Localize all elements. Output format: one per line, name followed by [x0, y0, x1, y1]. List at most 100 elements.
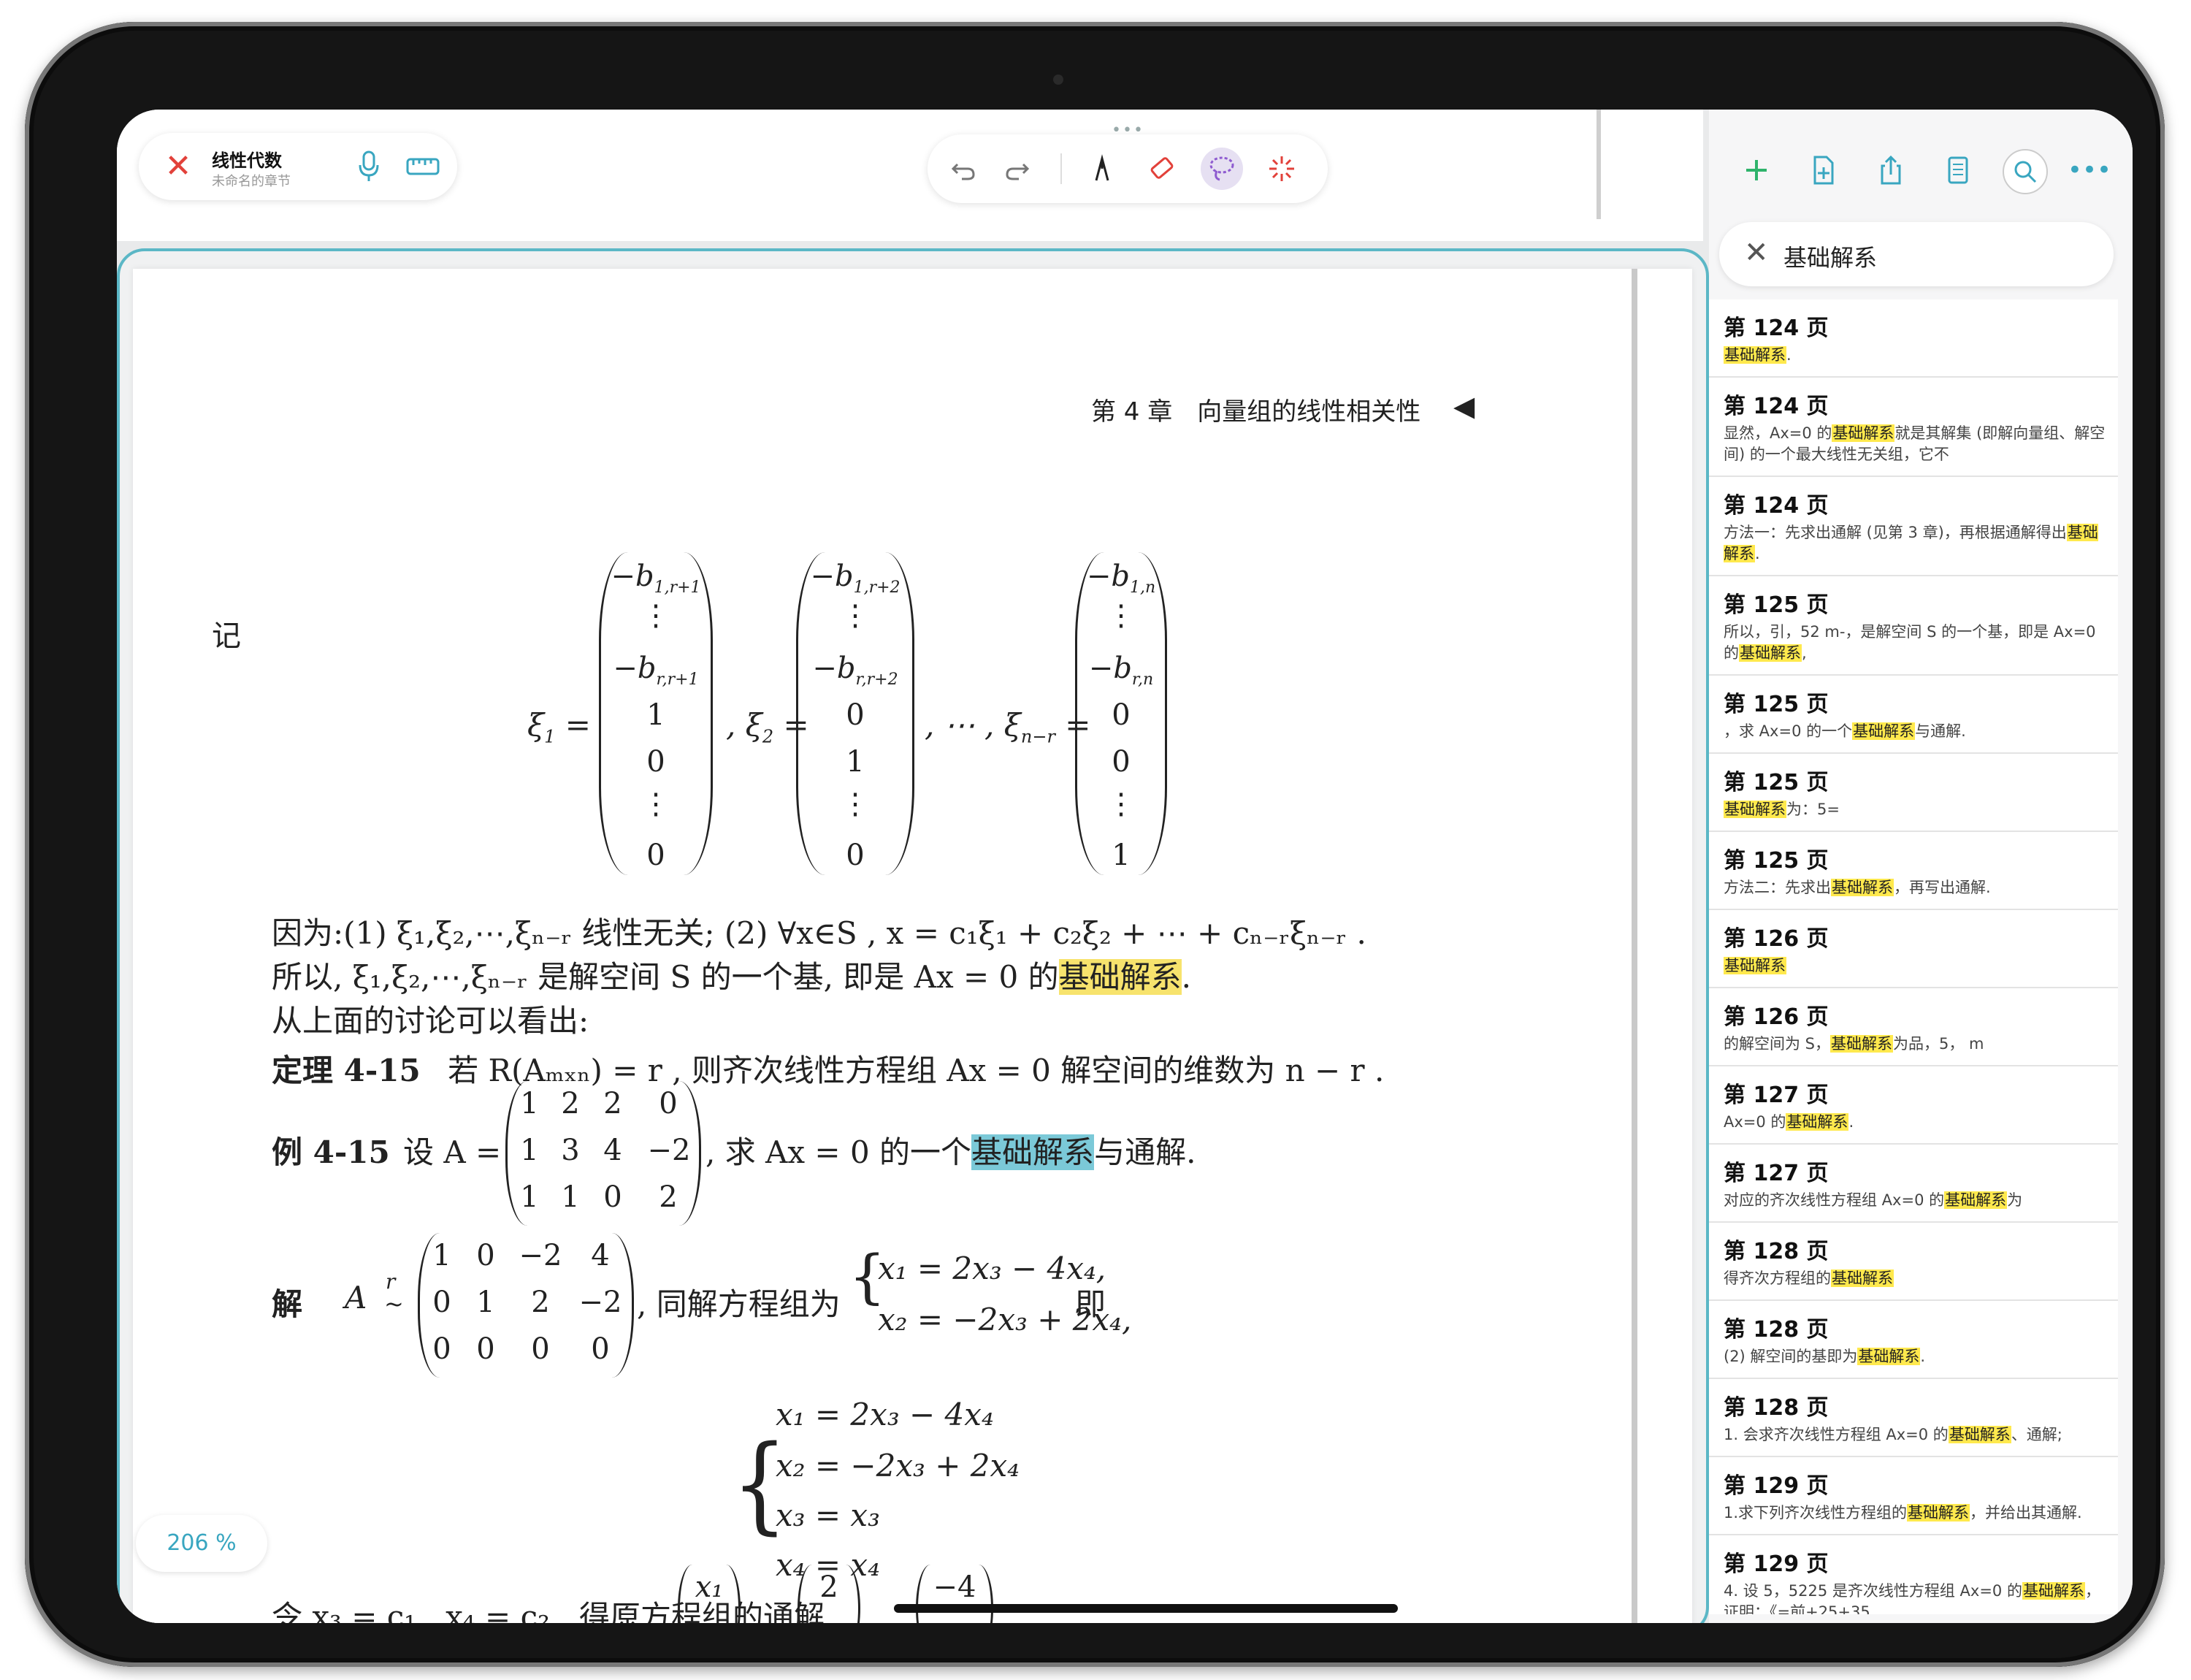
pen-icon[interactable] — [1081, 148, 1123, 190]
ex-m-12: 2 — [561, 1087, 580, 1120]
ex-m-24: −2 — [647, 1134, 691, 1167]
redo-icon[interactable] — [996, 148, 1039, 190]
partial-x1: x₁ — [695, 1570, 724, 1604]
notebook-title[interactable]: 线性代数 — [212, 146, 282, 172]
highlight-basic-solution-1[interactable]: 基础解系 — [1058, 959, 1182, 995]
zoom-indicator[interactable]: 206 % — [136, 1515, 267, 1572]
sol-m-23: 2 — [531, 1286, 550, 1319]
snippet-pre: (2) 解空间的基即为 — [1724, 1348, 1858, 1365]
result-page: 第 125 页 — [1724, 692, 1829, 717]
result-page: 第 127 页 — [1724, 1161, 1829, 1186]
snippet-highlight: 基础解系 — [1724, 957, 1786, 974]
search-result[interactable]: 第 126 页基础解系 — [1709, 910, 2118, 988]
snippet-highlight: 基础解系 — [2022, 1582, 2085, 1600]
search-result[interactable]: 第 127 页 Ax=0 的基础解系. — [1709, 1066, 2118, 1145]
text-line-because: 因为:(1) ξ₁,ξ₂,⋯,ξₙ₋ᵣ 线性无关; (2) ∀x∈S , x =… — [272, 915, 1366, 951]
camera — [1053, 75, 1063, 85]
search-icon[interactable] — [2003, 149, 2048, 194]
laser-pointer-icon[interactable] — [1261, 148, 1303, 190]
result-snippet: 基础解系. — [1724, 345, 2106, 366]
document-page[interactable]: 第 4 章 向量组的线性相关性 ◀︎ 记 ξ1 = −b1,r+1 ⋮ −br,… — [133, 269, 1692, 1623]
sys1-eq1: x₁ = 2x₃ − 4x₄, — [878, 1251, 1106, 1286]
snippet-post: 为 — [2007, 1191, 2023, 1209]
search-field[interactable]: ✕ 基础解系 — [1719, 222, 2114, 286]
search-result[interactable]: 第 128 页 (2) 解空间的基即为基础解系. — [1709, 1301, 2118, 1379]
ex-m-32: 1 — [561, 1180, 580, 1214]
ruler-icon[interactable] — [406, 156, 440, 177]
ex-m-31: 1 — [520, 1180, 539, 1214]
ex-m-11: 1 — [520, 1087, 539, 1120]
result-snippet: 方法一：先求出通解 (见第 3 章)，再根据通解得出基础解系. — [1724, 522, 2106, 565]
clear-search-icon[interactable]: ✕ — [1744, 238, 1769, 267]
xi1-entry-2: ⋮ — [641, 599, 670, 633]
search-result[interactable]: 第 129 页 1.求下列齐次线性方程组的基础解系，并给出其通解. — [1709, 1457, 2118, 1535]
xin-entry-6: ⋮ — [1106, 787, 1136, 821]
xi2-entry-3: −br,r+2 — [812, 652, 898, 689]
page-overview-icon[interactable] — [1937, 149, 1979, 191]
section-subtitle[interactable]: 未命名的章节 — [212, 171, 291, 190]
result-snippet: 对应的齐次线性方程组 Ax=0 的基础解系为 — [1724, 1190, 2106, 1211]
xin-vector: −b1,n ⋮ −br,n 0 0 ⋮ 1 — [1075, 552, 1167, 875]
search-result[interactable]: 第 124 页显然，Ax=0 的基础解系就是其解集 (即解向量组、解空间) 的一… — [1709, 378, 2118, 477]
home-indicator[interactable] — [894, 1604, 1398, 1613]
partial-neg4: −4 — [933, 1570, 976, 1604]
result-page: 第 128 页 — [1724, 1395, 1829, 1421]
ji-label: 记 — [212, 619, 241, 653]
sidebar-toolbar: ••• — [1709, 139, 2133, 202]
undo-icon[interactable] — [942, 148, 984, 190]
search-result[interactable]: 第 124 页方法一：先求出通解 (见第 3 章)，再根据通解得出基础解系. — [1709, 477, 2118, 576]
search-result[interactable]: 第 125 页 ，求 Ax=0 的一个基础解系与通解. — [1709, 676, 2118, 754]
ex-m-14: 0 — [659, 1087, 678, 1120]
sol-m-21: 0 — [432, 1286, 451, 1319]
add-page-icon[interactable] — [1802, 149, 1845, 191]
more-icon[interactable]: ••• — [2068, 149, 2111, 191]
xin-label: , ⋯ , ξn−r = — [925, 707, 1091, 747]
snippet-highlight: 基础解系 — [1831, 1269, 1894, 1287]
search-result[interactable]: 第 125 页方法二：先求出基础解系，再写出通解. — [1709, 832, 2118, 910]
result-page: 第 124 页 — [1724, 394, 1829, 419]
search-result[interactable]: 第 128 页 1. 会求齐次线性方程组 Ax=0 的基础解系、通解; — [1709, 1379, 2118, 1457]
snippet-post: 与通解. — [1915, 722, 1966, 740]
ex-m-21: 1 — [520, 1134, 539, 1167]
example-matrix: 1 2 2 0 1 3 4 −2 1 1 0 2 — [505, 1081, 701, 1226]
xi2-vector: −b1,r+2 ⋮ −br,r+2 0 1 ⋮ 0 — [796, 552, 914, 875]
therefore-end: . — [1181, 959, 1191, 995]
xi2-entry-4: 0 — [846, 698, 865, 732]
solution-tilde: ~ — [384, 1290, 404, 1318]
xin-entry-7: 1 — [1112, 839, 1131, 872]
search-result[interactable]: 第 129 页 4. 设 5，5225 是齐次线性方程组 Ax=0 的基础解系，证… — [1709, 1535, 2118, 1614]
ex-m-33: 0 — [603, 1180, 622, 1214]
snippet-highlight: 基础解系 — [1832, 424, 1895, 442]
sys2-eq3: x₃ = x₃ — [776, 1497, 880, 1533]
result-page: 第 124 页 — [1724, 493, 1829, 519]
eraser-icon[interactable] — [1141, 148, 1183, 190]
share-icon[interactable] — [1870, 149, 1912, 191]
close-icon[interactable]: ✕ — [162, 150, 194, 183]
snippet-post: , — [1802, 644, 1807, 662]
search-result[interactable]: 第 127 页对应的齐次线性方程组 Ax=0 的基础解系为 — [1709, 1145, 2118, 1223]
result-page: 第 126 页 — [1724, 926, 1829, 952]
search-result[interactable]: 第 128 页得齐次方程组的基础解系 — [1709, 1223, 2118, 1301]
sol-m-33: 0 — [531, 1332, 550, 1366]
result-snippet: 得齐次方程组的基础解系 — [1724, 1268, 2106, 1289]
partial-vector-2: 2 — [798, 1565, 860, 1623]
lasso-icon[interactable] — [1201, 148, 1243, 190]
highlight-basic-solution-2[interactable]: 基础解系 — [971, 1134, 1095, 1170]
search-result[interactable]: 第 125 页所以，引，52 m-，是解空间 S 的一个基，即是 Ax=0 的基… — [1709, 576, 2118, 676]
xi1-entry-7: 0 — [646, 839, 665, 872]
snippet-pre: 得齐次方程组的 — [1724, 1269, 1831, 1287]
snippet-highlight: 基础解系 — [1831, 879, 1894, 896]
snippet-post: . — [1755, 545, 1760, 562]
search-result[interactable]: 第 125 页基础解系为：5= — [1709, 754, 2118, 832]
search-results-list: 第 124 页基础解系. 第 124 页显然，Ax=0 的基础解系就是其解集 (… — [1709, 299, 2133, 1614]
sol-m-12: 0 — [476, 1239, 495, 1272]
search-query[interactable]: 基础解系 — [1783, 240, 1877, 273]
drawing-toolbar — [928, 134, 1328, 203]
document-frame: 第 4 章 向量组的线性相关性 ◀︎ 记 ξ1 = −b1,r+1 ⋮ −br,… — [117, 248, 1709, 1623]
microphone-icon[interactable] — [358, 149, 380, 184]
snippet-highlight: 基础解系 — [1830, 1035, 1894, 1053]
search-result[interactable]: 第 126 页的解空间为 S，基础解系为品，5， m — [1709, 988, 2118, 1066]
add-icon[interactable] — [1735, 149, 1778, 191]
ji2-label: 即 — [1075, 1286, 1106, 1322]
search-result[interactable]: 第 124 页基础解系. — [1709, 299, 2118, 378]
